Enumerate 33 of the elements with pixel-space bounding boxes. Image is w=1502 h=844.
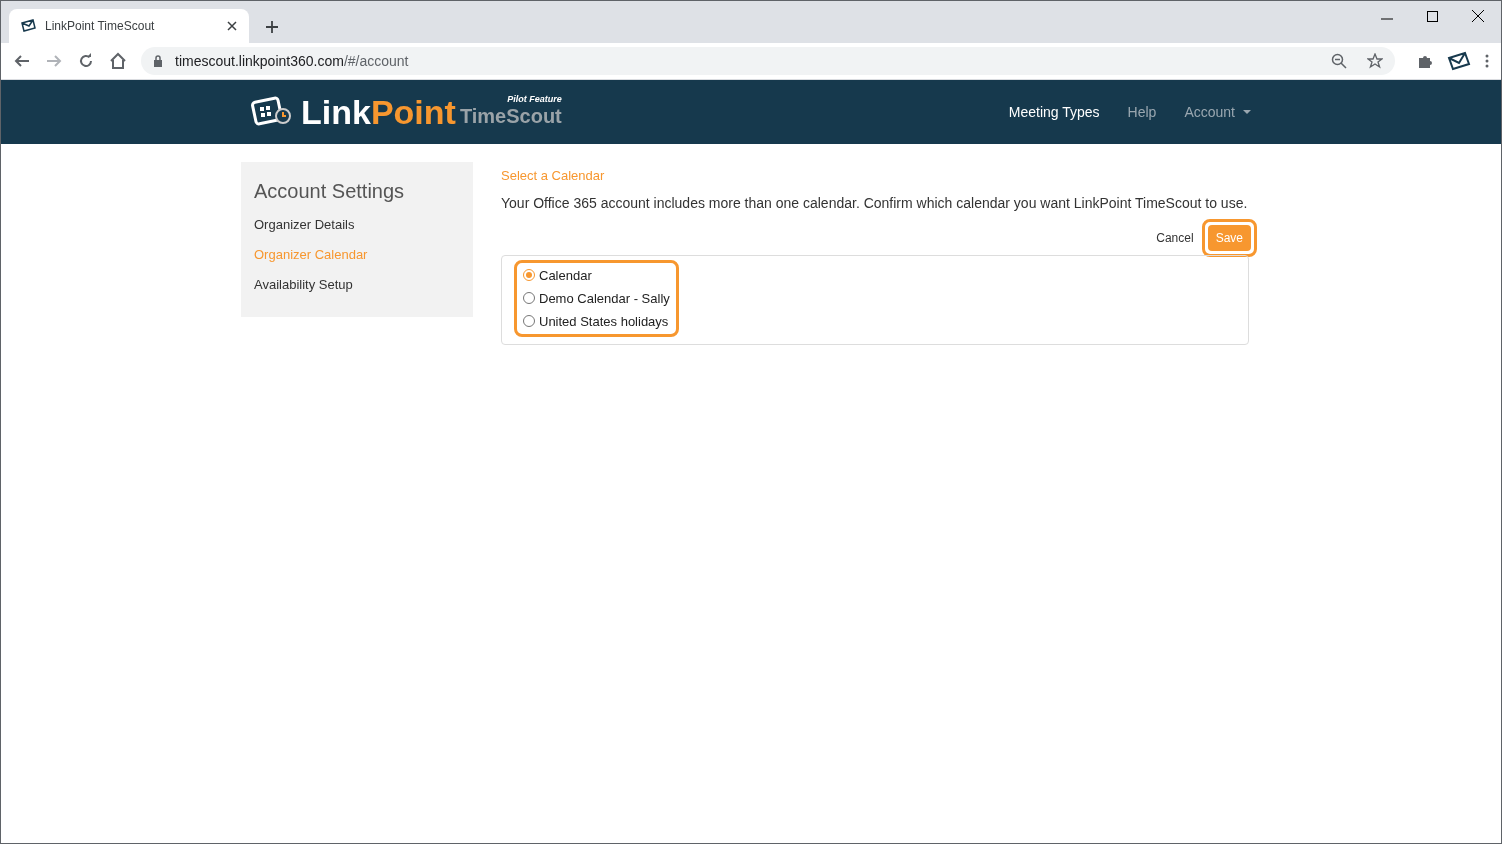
radio-label[interactable]: Demo Calendar - Sally bbox=[539, 288, 670, 308]
tab-title: LinkPoint TimeScout bbox=[45, 18, 156, 35]
address-bar[interactable]: timescout.linkpoint360.com/#/account bbox=[141, 47, 1395, 75]
close-icon[interactable] bbox=[227, 21, 237, 31]
maximize-icon[interactable] bbox=[1427, 10, 1438, 22]
sidebar-item[interactable]: Availability Setup bbox=[254, 274, 460, 295]
envelope-icon bbox=[21, 18, 37, 34]
sidebar-title: Account Settings bbox=[254, 179, 406, 204]
cancel-button[interactable]: Cancel bbox=[1156, 228, 1194, 247]
zoom-out-icon[interactable] bbox=[1331, 53, 1347, 69]
lock-icon bbox=[153, 55, 163, 67]
browser-tab[interactable]: LinkPoint TimeScout bbox=[9, 9, 249, 43]
envelope-icon[interactable] bbox=[1447, 51, 1471, 71]
reload-icon[interactable] bbox=[77, 52, 95, 70]
sidebar-item[interactable]: Organizer Details bbox=[254, 214, 460, 235]
product-name: TimeScout bbox=[459, 104, 562, 129]
logo-wordmark: LinkPoint bbox=[301, 95, 456, 129]
nav-link[interactable]: Account bbox=[1184, 101, 1251, 123]
close-icon[interactable] bbox=[1472, 10, 1484, 22]
url-text: timescout.linkpoint360.com/#/account bbox=[175, 51, 410, 71]
description-text: Your Office 365 account includes more than one calendar. Confirm which calendar you want LinkPoint TimeScout to use. bbox=[501, 193, 1249, 213]
minimize-icon[interactable] bbox=[1381, 17, 1393, 20]
pilot-feature-label: Pilot Feature bbox=[506, 95, 562, 104]
home-icon[interactable] bbox=[109, 52, 127, 70]
new-tab-icon[interactable] bbox=[265, 20, 279, 34]
section-heading: Select a Calendar bbox=[501, 167, 606, 185]
menu-icon[interactable] bbox=[1485, 54, 1489, 68]
star-icon[interactable] bbox=[1367, 53, 1383, 69]
radio-label[interactable]: Calendar bbox=[539, 265, 592, 285]
nav-link[interactable]: Help bbox=[1127, 101, 1157, 123]
nav-link[interactable]: Meeting Types bbox=[1008, 101, 1100, 123]
radio-label[interactable]: United States holidays bbox=[539, 311, 669, 331]
puzzle-icon[interactable] bbox=[1417, 53, 1433, 69]
